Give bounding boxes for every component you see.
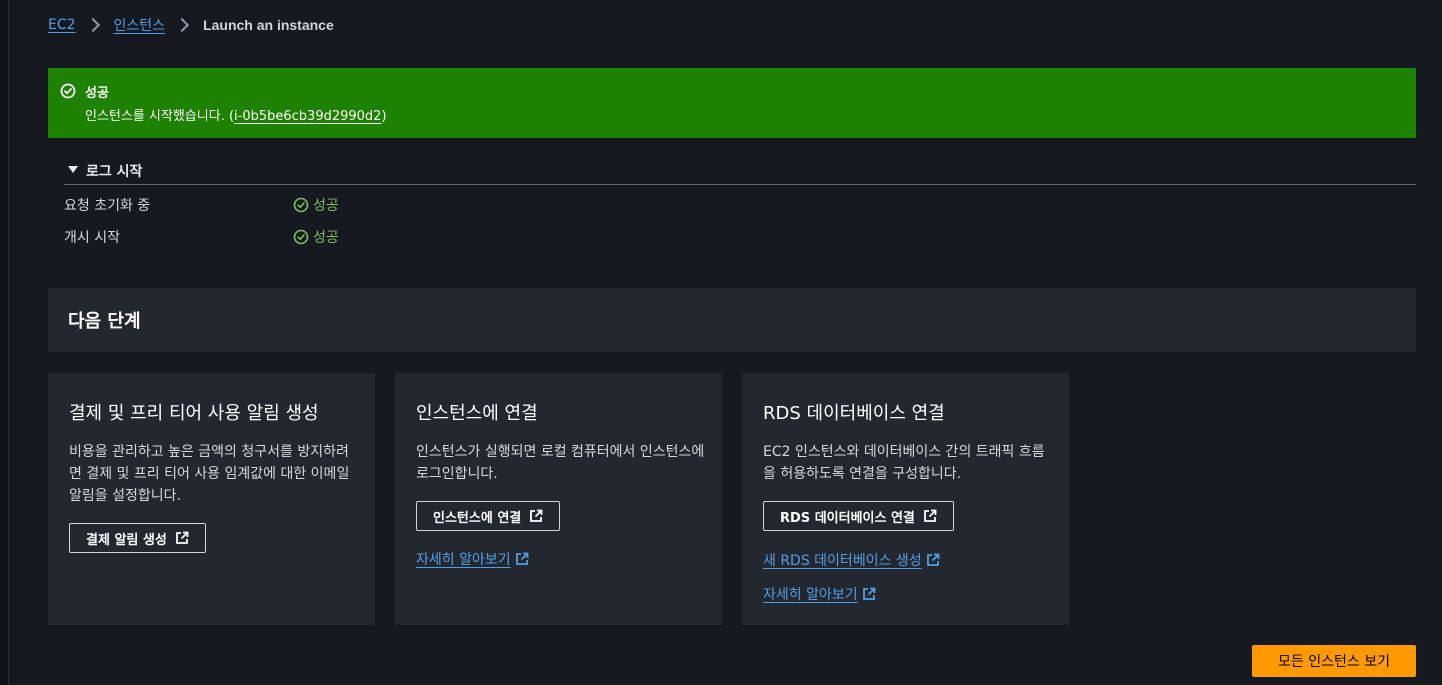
button-label: 결제 알림 생성 [86,532,167,548]
log-row-label: 요청 초기화 중 [64,198,151,214]
connect-rds-button[interactable]: RDS 데이터베이스 연결 [763,501,954,531]
launch-log-toggle[interactable]: 로그 시작 [64,158,1416,185]
check-circle-icon [60,83,76,99]
button-label: RDS 데이터베이스 연결 [780,510,915,526]
learn-more-link[interactable]: 자세히 알아보기 [763,584,876,604]
create-rds-database-link[interactable]: 새 RDS 데이터베이스 생성 [763,550,940,570]
view-all-instances-button[interactable]: 모든 인스턴스 보기 [1252,645,1416,677]
link-label: 새 RDS 데이터베이스 생성 [763,553,922,569]
flash-message-text: 인스턴스를 시작했습니다. ( [85,109,235,124]
breadcrumb-instances-link[interactable]: 인스턴스 [114,15,166,35]
create-billing-alert-button[interactable]: 결제 알림 생성 [69,523,206,553]
connect-instance-card: 인스턴스에 연결 인스턴스가 실행되면 로컬 컴퓨터에서 인스턴스에 로그인합니… [395,373,722,625]
learn-more-link[interactable]: 자세히 알아보기 [416,549,529,569]
card-title: RDS 데이터베이스 연결 [763,403,945,424]
flash-title: 성공 [85,86,109,101]
rds-connect-card: RDS 데이터베이스 연결 EC2 인스턴스와 데이터베이스 간의 트래픽 흐름… [742,373,1069,625]
breadcrumb: EC2 인스턴스 Launch an instance [48,14,334,36]
check-circle-icon [293,197,309,213]
log-row-label: 개시 시작 [64,230,120,246]
button-label: 인스턴스에 연결 [433,510,522,526]
external-link-icon [515,552,529,565]
flash-message-end: ) [381,109,387,124]
external-link-icon [530,509,543,522]
chevron-right-icon [85,17,100,33]
flash-message: 인스턴스를 시작했습니다. (i-0b5be6cb39d2990d2) [85,105,387,124]
caret-down-icon [68,166,78,173]
breadcrumb-current: Launch an instance [203,17,334,33]
external-link-icon [924,509,937,522]
external-link-icon [175,531,189,544]
card-title: 인스턴스에 연결 [416,403,538,424]
card-description: EC2 인스턴스와 데이터베이스 간의 트래픽 흐름을 허용하도록 연결을 구성… [763,444,1045,482]
link-label: 자세히 알아보기 [416,552,511,568]
check-circle-icon [293,229,309,245]
side-navigation-rail [0,0,9,685]
card-description: 인스턴스가 실행되면 로컬 컴퓨터에서 인스턴스에 로그인합니다. [416,444,705,482]
next-steps-title: 다음 단계 [68,311,141,332]
log-row-status-text: 성공 [313,198,339,214]
link-label: 자세히 알아보기 [763,587,858,603]
chevron-right-icon [174,17,190,33]
card-title: 결제 및 프리 티어 사용 알림 생성 [69,403,319,424]
card-description: 비용을 관리하고 높은 금액의 청구서를 방지하려면 결제 및 프리 티어 사용… [69,444,350,504]
log-row-status: 성공 [293,227,339,247]
instance-id-link[interactable]: i-0b5be6cb39d2990d2 [234,109,381,124]
breadcrumb-ec2-link[interactable]: EC2 [48,17,76,33]
log-row-status: 성공 [293,195,339,215]
log-row-status-text: 성공 [313,230,339,246]
billing-alert-card: 결제 및 프리 티어 사용 알림 생성 비용을 관리하고 높은 금액의 청구서를… [48,373,375,625]
success-flash-banner: 성공 인스턴스를 시작했습니다. (i-0b5be6cb39d2990d2) [48,68,1416,138]
next-steps-header: 다음 단계 [48,288,1416,352]
connect-instance-button[interactable]: 인스턴스에 연결 [416,501,561,531]
external-link-icon [926,553,940,566]
external-link-icon [862,587,876,600]
launch-log-title: 로그 시작 [86,164,143,180]
